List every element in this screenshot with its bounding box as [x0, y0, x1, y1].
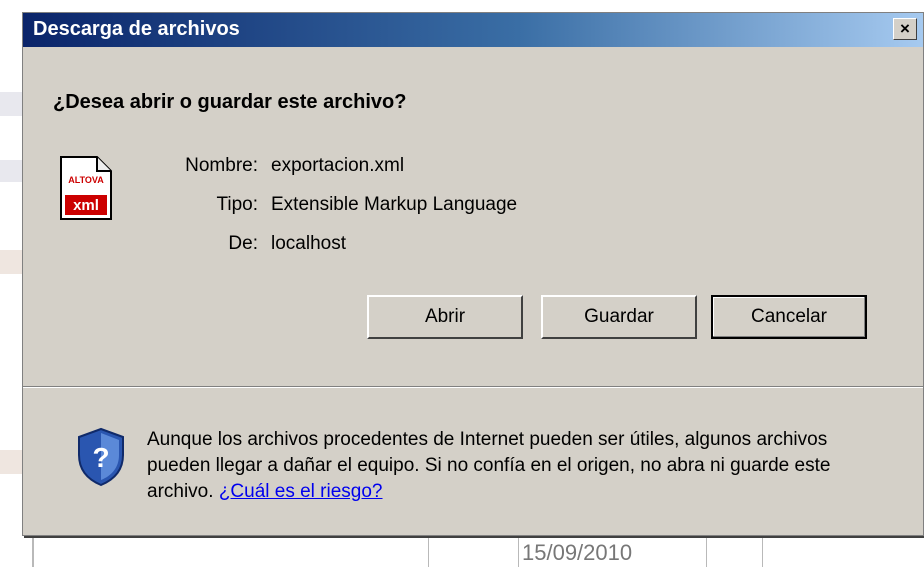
- background-divider: [428, 536, 429, 567]
- source-label: De:: [228, 233, 258, 254]
- background-divider: [706, 536, 707, 567]
- file-download-dialog: Descarga de archivos × ¿Desea abrir o gu…: [22, 12, 924, 536]
- name-label: Nombre:: [185, 155, 258, 176]
- dialog-separator: [23, 386, 923, 388]
- background-divider: [762, 536, 763, 567]
- background-date: 15/09/2010: [522, 540, 633, 565]
- background-divider: [32, 536, 34, 567]
- close-icon: ×: [900, 19, 910, 38]
- close-button[interactable]: ×: [893, 18, 917, 40]
- dialog-title: Descarga de archivos: [33, 18, 240, 40]
- security-shield-icon: ?: [75, 427, 127, 487]
- dialog-question: ¿Desea abrir o guardar este archivo?: [53, 91, 407, 113]
- open-button[interactable]: Abrir: [367, 295, 523, 339]
- svg-text:?: ?: [92, 442, 109, 473]
- cancel-button[interactable]: Cancelar: [711, 295, 867, 339]
- save-button[interactable]: Guardar: [541, 295, 697, 339]
- background-divider: [518, 536, 519, 567]
- source-value: localhost: [271, 233, 346, 254]
- dialog-titlebar[interactable]: Descarga de archivos ×: [23, 13, 923, 47]
- security-warning: Aunque los archivos procedentes de Inter…: [147, 427, 847, 505]
- type-label: Tipo:: [216, 194, 258, 215]
- type-value: Extensible Markup Language: [271, 194, 518, 215]
- risk-link[interactable]: ¿Cuál es el riesgo?: [219, 481, 383, 502]
- name-value: exportacion.xml: [271, 155, 405, 176]
